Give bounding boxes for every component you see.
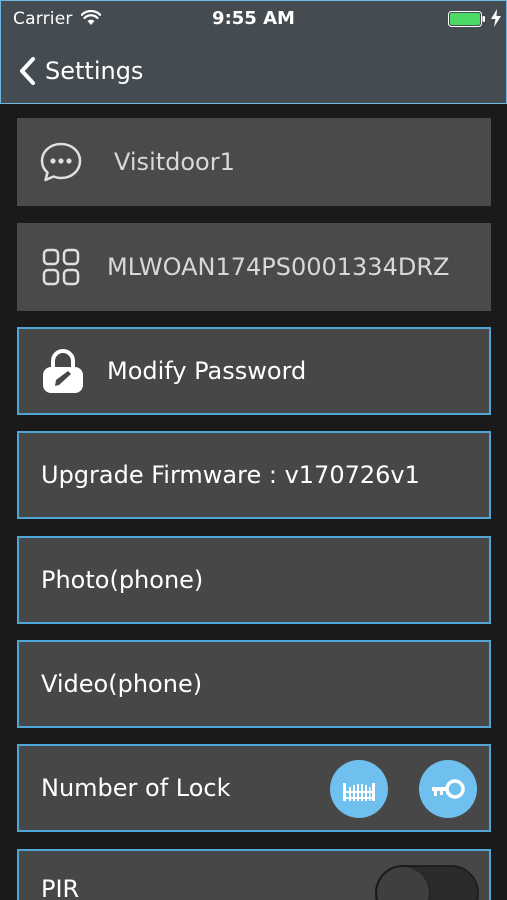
back-button[interactable]: Settings	[17, 51, 143, 91]
pir-toggle-knob	[377, 867, 429, 900]
photo-label: Photo(phone)	[41, 566, 204, 594]
video-label: Video(phone)	[41, 670, 203, 698]
modify-password-row[interactable]: Modify Password	[17, 327, 491, 415]
video-row[interactable]: Video(phone)	[17, 640, 491, 728]
pir-row: PIR	[17, 849, 491, 900]
pir-label: PIR	[41, 875, 80, 900]
modify-password-label: Modify Password	[107, 357, 307, 385]
device-id-label: MLWOAN174PS0001334DRZ	[107, 253, 450, 281]
back-label: Settings	[45, 57, 144, 85]
battery-icon	[448, 11, 485, 27]
status-bar: Carrier 9:55 AM	[1, 1, 506, 37]
lock-edit-icon	[41, 349, 85, 393]
number-of-lock-row: Number of Lock	[17, 744, 491, 832]
charging-bolt-icon	[491, 9, 501, 27]
gate-icon	[343, 783, 375, 801]
device-name-row[interactable]: Visitdoor1	[17, 118, 491, 206]
device-name-label: Visitdoor1	[114, 148, 235, 176]
pir-toggle[interactable]	[375, 865, 479, 900]
header: Carrier 9:55 AM Settings	[0, 0, 507, 104]
clock: 9:55 AM	[212, 8, 295, 29]
key-lock-button[interactable]	[419, 760, 477, 818]
grid-icon	[39, 245, 83, 289]
number-of-lock-label: Number of Lock	[41, 774, 231, 802]
chevron-left-icon	[20, 57, 35, 85]
upgrade-firmware-label: Upgrade Firmware : v170726v1	[41, 461, 420, 489]
settings-screen: Carrier 9:55 AM Settings Visitdoor1 MLWO…	[0, 0, 507, 900]
settings-list: Visitdoor1 MLWOAN174PS0001334DRZ Modify …	[0, 104, 507, 900]
gate-lock-button[interactable]	[330, 760, 388, 818]
nav-bar: Settings	[1, 45, 506, 95]
photo-row[interactable]: Photo(phone)	[17, 536, 491, 624]
upgrade-firmware-row[interactable]: Upgrade Firmware : v170726v1	[17, 431, 491, 519]
chat-bubble-icon	[39, 140, 83, 184]
key-icon	[432, 779, 465, 799]
device-id-row[interactable]: MLWOAN174PS0001334DRZ	[17, 223, 491, 311]
